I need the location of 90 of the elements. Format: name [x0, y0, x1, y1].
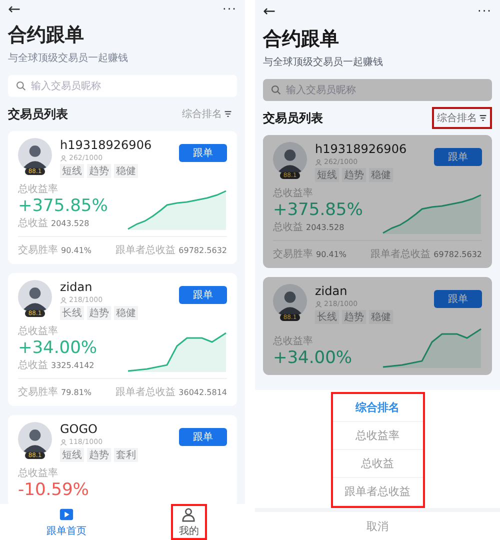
person-icon: [181, 506, 196, 522]
section-title: 交易员列表: [263, 110, 323, 126]
person-icon: [315, 158, 322, 166]
return-rate: -10.59%: [18, 480, 89, 500]
sort-button[interactable]: 综合排名: [432, 107, 492, 129]
tag: 趋势: [87, 164, 111, 178]
trader-name: GOGO: [60, 422, 98, 436]
return-rate: +375.85%: [18, 196, 108, 216]
avatar: [18, 280, 52, 314]
section-title: 交易员列表: [8, 106, 68, 122]
follow-button[interactable]: 跟单: [179, 144, 227, 162]
stat-label: 总收益率: [273, 334, 314, 348]
sort-option[interactable]: 总收益率: [332, 422, 422, 450]
sort-button[interactable]: 综合排名: [177, 103, 237, 125]
search-icon: [271, 85, 281, 95]
person-icon: [315, 300, 322, 308]
page-title: 合约跟单: [8, 23, 85, 48]
stat-value: 90.41%: [316, 250, 347, 258]
trader-name: zidan: [315, 284, 348, 298]
sort-icon: [224, 110, 232, 118]
stat-value: 2043.528: [306, 222, 344, 232]
avatar: [273, 142, 307, 176]
avatar: [273, 284, 307, 318]
return-rate: +375.85%: [273, 200, 363, 220]
tag: 长线: [60, 306, 84, 320]
sort-option[interactable]: 总收益: [332, 450, 422, 478]
cancel-button[interactable]: 取消: [255, 508, 500, 540]
follow-button[interactable]: 跟单: [434, 290, 482, 308]
person-icon: [60, 154, 67, 162]
search-field[interactable]: 输入交易员昵称: [8, 75, 237, 97]
search-icon: [16, 81, 26, 91]
back-button[interactable]: ←: [263, 2, 276, 20]
sort-icon: [479, 114, 487, 122]
stat-label: 交易胜率: [273, 248, 313, 261]
tag: 长线: [315, 310, 339, 324]
follow-button[interactable]: 跟单: [179, 428, 227, 446]
person-icon: [60, 296, 67, 304]
person-icon: [60, 438, 67, 446]
tag: 短线: [60, 164, 84, 178]
tag: 趋势: [87, 448, 111, 462]
back-button[interactable]: ←: [8, 0, 21, 18]
trader-name: h19318926906: [315, 142, 408, 156]
stat-label: 总收益: [273, 220, 303, 234]
trader-name: zidan: [60, 280, 94, 294]
nav-tab[interactable]: 跟单首页: [38, 504, 94, 540]
follow-button[interactable]: 跟单: [434, 148, 482, 166]
stat-label: 跟单者总收益: [116, 386, 176, 399]
search-field[interactable]: 输入交易员昵称: [263, 79, 492, 101]
stat-label: 总收益: [18, 216, 48, 230]
more-button[interactable]: ···: [222, 2, 237, 16]
sort-option[interactable]: 综合排名: [332, 394, 422, 422]
return-rate: +34.00%: [18, 338, 98, 358]
trader-name: h19318926906: [60, 138, 153, 152]
follow-button[interactable]: 跟单: [179, 286, 227, 304]
stat-value: 69782.5632: [434, 250, 482, 258]
page-title: 合约跟单: [263, 27, 340, 52]
home-tab-icon: [58, 506, 74, 522]
stat-value: 36042.5814: [178, 388, 227, 396]
tag: 短线: [60, 448, 84, 462]
sort-option[interactable]: 跟单者总收益: [332, 478, 422, 506]
tag: 稳健: [114, 164, 138, 178]
tag: 稳健: [369, 310, 393, 324]
stat-label: 总收益率: [18, 324, 59, 338]
stat-label: 总收益率: [18, 466, 59, 480]
avatar: [18, 138, 52, 172]
tag: 短线: [315, 168, 339, 182]
stat-value: 69782.5632: [178, 246, 227, 254]
stat-value: 3325.4142: [51, 360, 94, 370]
stat-label: 交易胜率: [18, 244, 58, 257]
stat-label: 跟单者总收益: [370, 248, 431, 261]
return-rate: +34.00%: [273, 348, 352, 368]
stat-label: 总收益率: [18, 182, 59, 196]
tag: 稳健: [114, 306, 138, 320]
stat-label: 总收益率: [273, 186, 314, 200]
tag: 趋势: [342, 310, 366, 324]
tag: 稳健: [369, 168, 393, 182]
stat-value: 79.81%: [61, 388, 92, 396]
stat-label: 总收益: [18, 358, 48, 372]
page-subtitle: 与全球顶级交易员一起赚钱: [8, 52, 129, 65]
tag: 趋势: [87, 306, 111, 320]
avatar: [18, 422, 52, 456]
stat-value: 90.41%: [61, 246, 92, 254]
stat-label: 交易胜率: [18, 386, 58, 399]
stat-label: 跟单者总收益: [116, 244, 176, 257]
tag: 趋势: [342, 168, 366, 182]
nav-tab[interactable]: 我的: [170, 504, 207, 540]
more-button[interactable]: ···: [478, 4, 492, 18]
tag: 套利: [114, 448, 138, 462]
stat-value: 2043.528: [51, 218, 90, 228]
page-subtitle: 与全球顶级交易员一起赚钱: [263, 56, 384, 69]
